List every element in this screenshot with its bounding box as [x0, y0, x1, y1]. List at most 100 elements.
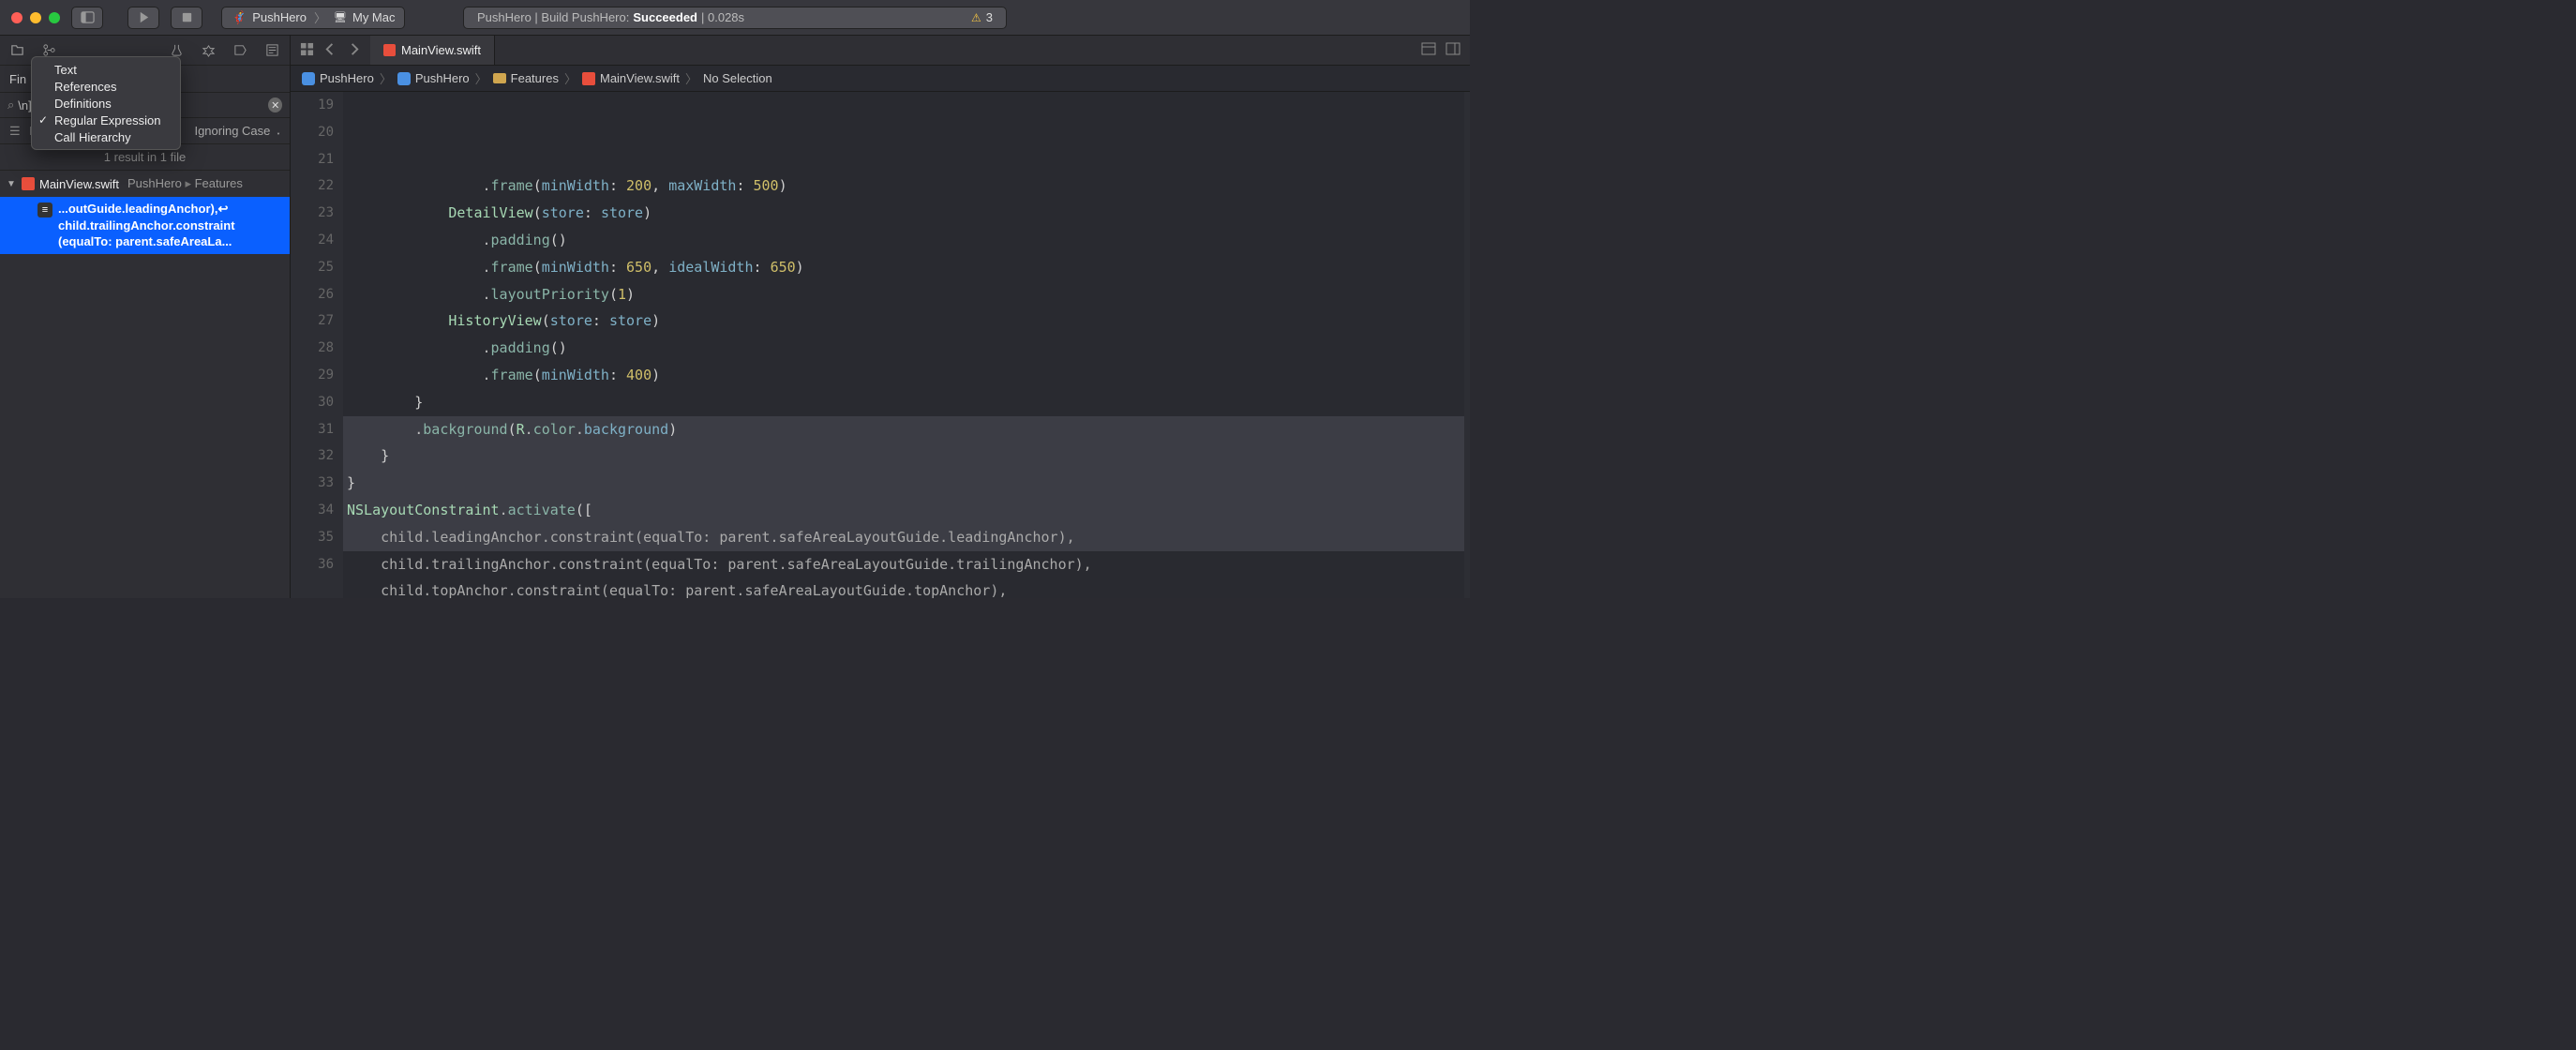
find-mode-label: Fin	[9, 72, 26, 86]
line-number: 30	[291, 389, 334, 416]
code-line[interactable]: .padding()	[347, 227, 1464, 254]
breakpoint-navigator-icon[interactable]	[228, 40, 252, 61]
code-line[interactable]: NSLayoutConstraint.activate([	[347, 497, 1464, 524]
tab-title: MainView.swift	[401, 43, 481, 57]
code-line[interactable]: HistoryView(store: store)	[347, 308, 1464, 335]
editor-layout-icon[interactable]	[1421, 41, 1436, 59]
find-type-menu-item[interactable]: Call Hierarchy	[32, 128, 180, 145]
project-navigator-icon[interactable]	[6, 40, 30, 61]
jumpbar-segment[interactable]: PushHero	[397, 71, 470, 85]
chevron-right-icon: 〉	[564, 69, 577, 87]
line-number: 33	[291, 470, 334, 497]
app-icon: 🦸	[232, 10, 247, 25]
line-number: 34	[291, 497, 334, 524]
find-type-menu-item[interactable]: Text	[32, 61, 180, 78]
navigator-sidebar: Fin TextReferencesDefinitionsRegular Exp…	[0, 36, 291, 598]
line-gutter: 192021222324252627282930313233343536	[291, 92, 343, 598]
code-editor[interactable]: 192021222324252627282930313233343536 .fr…	[291, 92, 1470, 598]
toggle-navigator-button[interactable]	[71, 7, 103, 29]
find-type-menu-item[interactable]: References	[32, 78, 180, 95]
clear-search-button[interactable]: ✕	[268, 98, 282, 112]
stop-button[interactable]	[171, 7, 202, 29]
search-match-row[interactable]: ≡ ...outGuide.leadingAnchor),↩ child.tra…	[0, 197, 290, 254]
folder-icon	[493, 73, 506, 83]
code-line[interactable]: }	[347, 389, 1464, 416]
result-file-row[interactable]: ▼ MainView.swift PushHero ▸ Features	[0, 171, 290, 197]
adjust-editor-icon[interactable]	[1445, 41, 1460, 59]
line-number: 21	[291, 146, 334, 173]
activity-status[interactable]: PushHero | Build PushHero: Succeeded | 0…	[463, 7, 1007, 29]
code-line[interactable]: child.leadingAnchor.constraint(equalTo: …	[347, 524, 1464, 551]
find-type-menu: TextReferencesDefinitionsRegular Express…	[31, 56, 181, 150]
code-line[interactable]: .layoutPriority(1)	[347, 281, 1464, 308]
editor-view-controls	[291, 36, 370, 65]
editor-area: MainView.swift PushHero 〉 PushHero 〉 Feature…	[291, 36, 1470, 598]
match-preview: ...outGuide.leadingAnchor),↩ child.trail…	[58, 201, 235, 250]
scheme-target: PushHero	[252, 10, 307, 24]
code-line[interactable]: .frame(minWidth: 200, maxWidth: 500)	[347, 172, 1464, 200]
swift-file-icon	[22, 177, 35, 190]
code-content[interactable]: .frame(minWidth: 200, maxWidth: 500) Det…	[343, 92, 1464, 598]
code-line[interactable]: child.topAnchor.constraint(equalTo: pare…	[347, 578, 1464, 598]
jumpbar-segment[interactable]: PushHero	[302, 71, 374, 85]
scheme-destination: My Mac	[352, 10, 396, 24]
debug-navigator-icon[interactable]	[196, 40, 220, 61]
code-line[interactable]: }	[347, 442, 1464, 470]
code-line[interactable]: .background(R.color.background)	[347, 416, 1464, 443]
line-number: 23	[291, 200, 334, 227]
chevron-right-icon: 〉	[685, 69, 697, 87]
jumpbar-segment[interactable]: MainView.swift	[582, 71, 680, 85]
chevron-down-icon: ▼	[277, 131, 280, 136]
run-button[interactable]	[127, 7, 159, 29]
line-number: 19	[291, 92, 334, 119]
code-line[interactable]: .padding()	[347, 335, 1464, 362]
status-time: | 0.028s	[701, 10, 744, 24]
line-number: 29	[291, 362, 334, 389]
ignoring-case-label: Ignoring Case	[194, 124, 270, 138]
code-line[interactable]: .frame(minWidth: 400)	[347, 362, 1464, 389]
chevron-right-icon: 〉	[314, 8, 326, 26]
line-number: 25	[291, 254, 334, 281]
find-type-menu-item[interactable]: Definitions	[32, 95, 180, 112]
line-number: 28	[291, 335, 334, 362]
line-number: 35	[291, 524, 334, 551]
proj-icon	[302, 72, 315, 85]
find-type-menu-item[interactable]: Regular Expression	[32, 112, 180, 128]
line-number: 20	[291, 119, 334, 146]
related-items-icon[interactable]	[300, 42, 314, 59]
code-line[interactable]: child.trailingAnchor.constraint(equalTo:…	[347, 551, 1464, 578]
chevron-right-icon: 〉	[380, 69, 392, 87]
mac-icon: 🖥	[334, 11, 347, 23]
editor-tabbar: MainView.swift	[291, 36, 1470, 66]
report-navigator-icon[interactable]	[260, 40, 284, 61]
status-warnings[interactable]: ⚠ 3	[971, 10, 993, 24]
result-file-path: PushHero ▸ Features	[127, 176, 243, 191]
jump-bar[interactable]: PushHero 〉 PushHero 〉 Features 〉 MainView.swif…	[291, 66, 1470, 92]
line-number: 31	[291, 416, 334, 443]
jumpbar-segment[interactable]: Features	[493, 71, 559, 85]
line-number: 27	[291, 308, 334, 335]
line-number: 36	[291, 551, 334, 578]
disclosure-triangle-icon[interactable]: ▼	[6, 179, 17, 189]
code-line[interactable]: DetailView(store: store)	[347, 200, 1464, 227]
chevron-right-icon: 〉	[475, 69, 487, 87]
nav-back-button[interactable]	[323, 42, 337, 59]
minimap[interactable]	[1464, 92, 1470, 598]
nav-forward-button[interactable]	[347, 42, 361, 59]
editor-tab[interactable]: MainView.swift	[370, 36, 495, 65]
case-selector[interactable]: Ignoring Case ▼	[194, 124, 280, 138]
proj-icon	[397, 72, 411, 85]
match-type-icon: ≡	[37, 202, 52, 218]
scheme-selector[interactable]: 🦸 PushHero 〉 🖥 My Mac	[221, 7, 405, 29]
titlebar: 🦸 PushHero 〉 🖥 My Mac PushHero | Build P…	[0, 0, 1470, 36]
minimize-window-button[interactable]	[30, 12, 41, 23]
maximize-window-button[interactable]	[49, 12, 60, 23]
close-window-button[interactable]	[11, 12, 22, 23]
warning-count: 3	[986, 10, 993, 24]
window-controls	[11, 12, 60, 23]
jumpbar-segment[interactable]: No Selection	[703, 71, 772, 85]
warning-icon: ⚠	[971, 11, 981, 24]
code-line[interactable]: .frame(minWidth: 650, idealWidth: 650)	[347, 254, 1464, 281]
editor-options	[1412, 36, 1470, 65]
code-line[interactable]: }	[347, 470, 1464, 497]
